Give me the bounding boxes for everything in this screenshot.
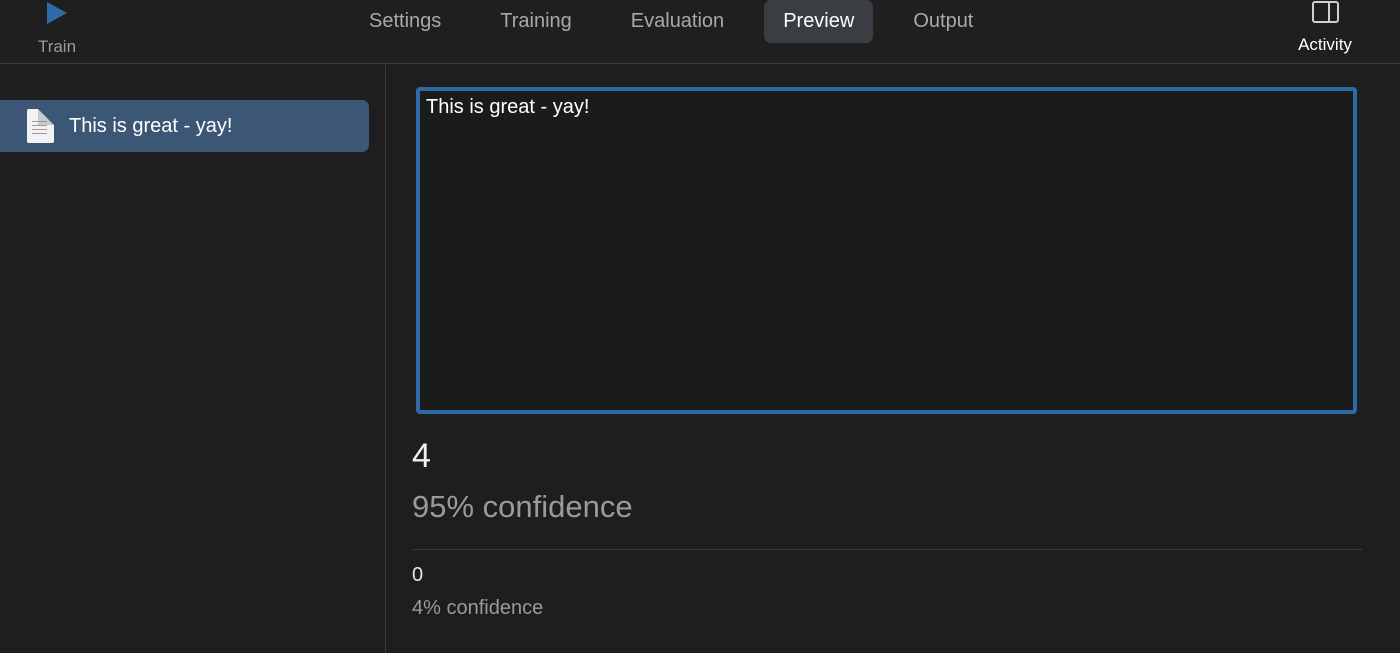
sidebar-item-preview-text[interactable]: This is great - yay! (0, 100, 369, 152)
train-label: Train (37, 37, 77, 56)
activity-label: Activity (1298, 35, 1352, 54)
top-prediction-label: 4 (412, 437, 431, 475)
top-prediction-confidence: 95% confidence (412, 489, 633, 524)
tab-preview[interactable]: Preview (764, 0, 874, 43)
play-icon (47, 2, 67, 24)
document-icon (27, 109, 54, 143)
second-prediction-confidence: 4% confidence (412, 597, 544, 619)
train-button[interactable]: Train (26, 0, 88, 60)
sidebar-panel-icon (1311, 1, 1339, 23)
second-prediction-label: 0 (412, 564, 424, 586)
sidebar-item-label: This is great - yay! (69, 114, 233, 137)
divider (412, 549, 1362, 550)
toolbar: Train Settings Training Evaluation Previ… (0, 0, 1400, 64)
tab-output[interactable]: Output (894, 0, 992, 43)
sidebar: This is great - yay! (0, 65, 386, 653)
preview-text-input[interactable]: This is great - yay! (416, 87, 1357, 414)
tab-training[interactable]: Training (481, 0, 591, 43)
tab-evaluation[interactable]: Evaluation (612, 0, 743, 43)
tab-bar: Settings Training Evaluation Preview Out… (350, 0, 1013, 43)
activity-button[interactable]: Activity (1290, 0, 1360, 60)
preview-panel: This is great - yay! 4 95% confidence 0 … (387, 65, 1400, 653)
tab-settings[interactable]: Settings (350, 0, 460, 43)
